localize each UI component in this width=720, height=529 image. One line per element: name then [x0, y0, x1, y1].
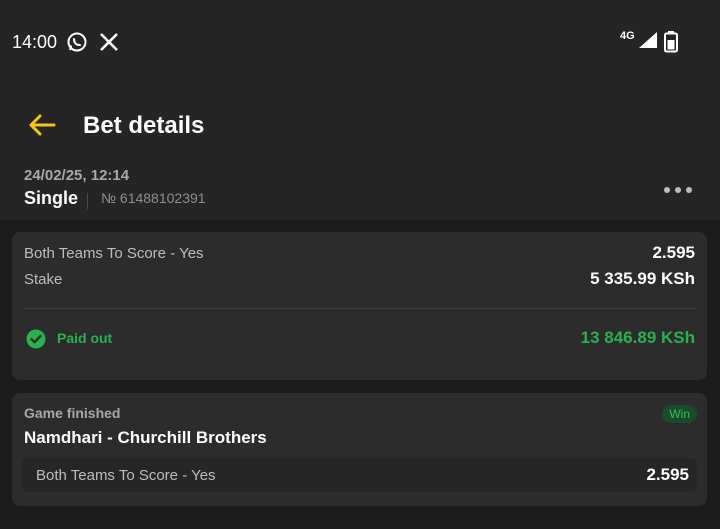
stake-label: Stake [24, 271, 63, 288]
bet-number[interactable]: № 61488102391 [101, 190, 206, 206]
event-selection-label: Both Teams To Score - Yes [36, 467, 216, 484]
page-title: Bet details [83, 112, 205, 139]
status-bar: 14:00 4G [0, 0, 720, 86]
signal-icon [638, 31, 658, 54]
network-type-label: 4G [620, 30, 635, 42]
match-title: Namdhari - Churchill Brothers [24, 428, 267, 447]
event-selection-odds: 2.595 [646, 465, 689, 484]
card-divider [24, 308, 695, 309]
bet-date: 24/02/25, 12:14 [24, 167, 130, 184]
event-card[interactable]: Game finished Win Namdhari - Churchill B… [12, 393, 707, 506]
selection-label: Both Teams To Score - Yes [24, 245, 204, 262]
payout-value: 13 846.89 KSh [580, 328, 695, 347]
stake-value: 5 335.99 KSh [590, 269, 695, 288]
win-badge: Win [662, 405, 697, 423]
status-time: 14:00 [12, 32, 58, 52]
check-circle-icon [26, 329, 46, 354]
battery-icon [664, 31, 678, 58]
paid-out-status: Paid out [57, 330, 113, 346]
header-divider [87, 193, 88, 209]
bet-type: Single [24, 188, 79, 208]
event-selection: Both Teams To Score - Yes 2.595 [22, 458, 697, 492]
more-options-icon[interactable] [662, 183, 694, 202]
bet-summary-card: Both Teams To Score - Yes 2.595 Stake 5 … [12, 232, 707, 380]
whatsapp-icon [66, 31, 88, 58]
x-icon [99, 32, 119, 57]
page-header: Bet details 24/02/25, 12:14 Single № 614… [0, 86, 720, 220]
game-status: Game finished [24, 405, 121, 421]
back-arrow-icon[interactable] [28, 113, 56, 142]
odds-value: 2.595 [652, 243, 695, 262]
